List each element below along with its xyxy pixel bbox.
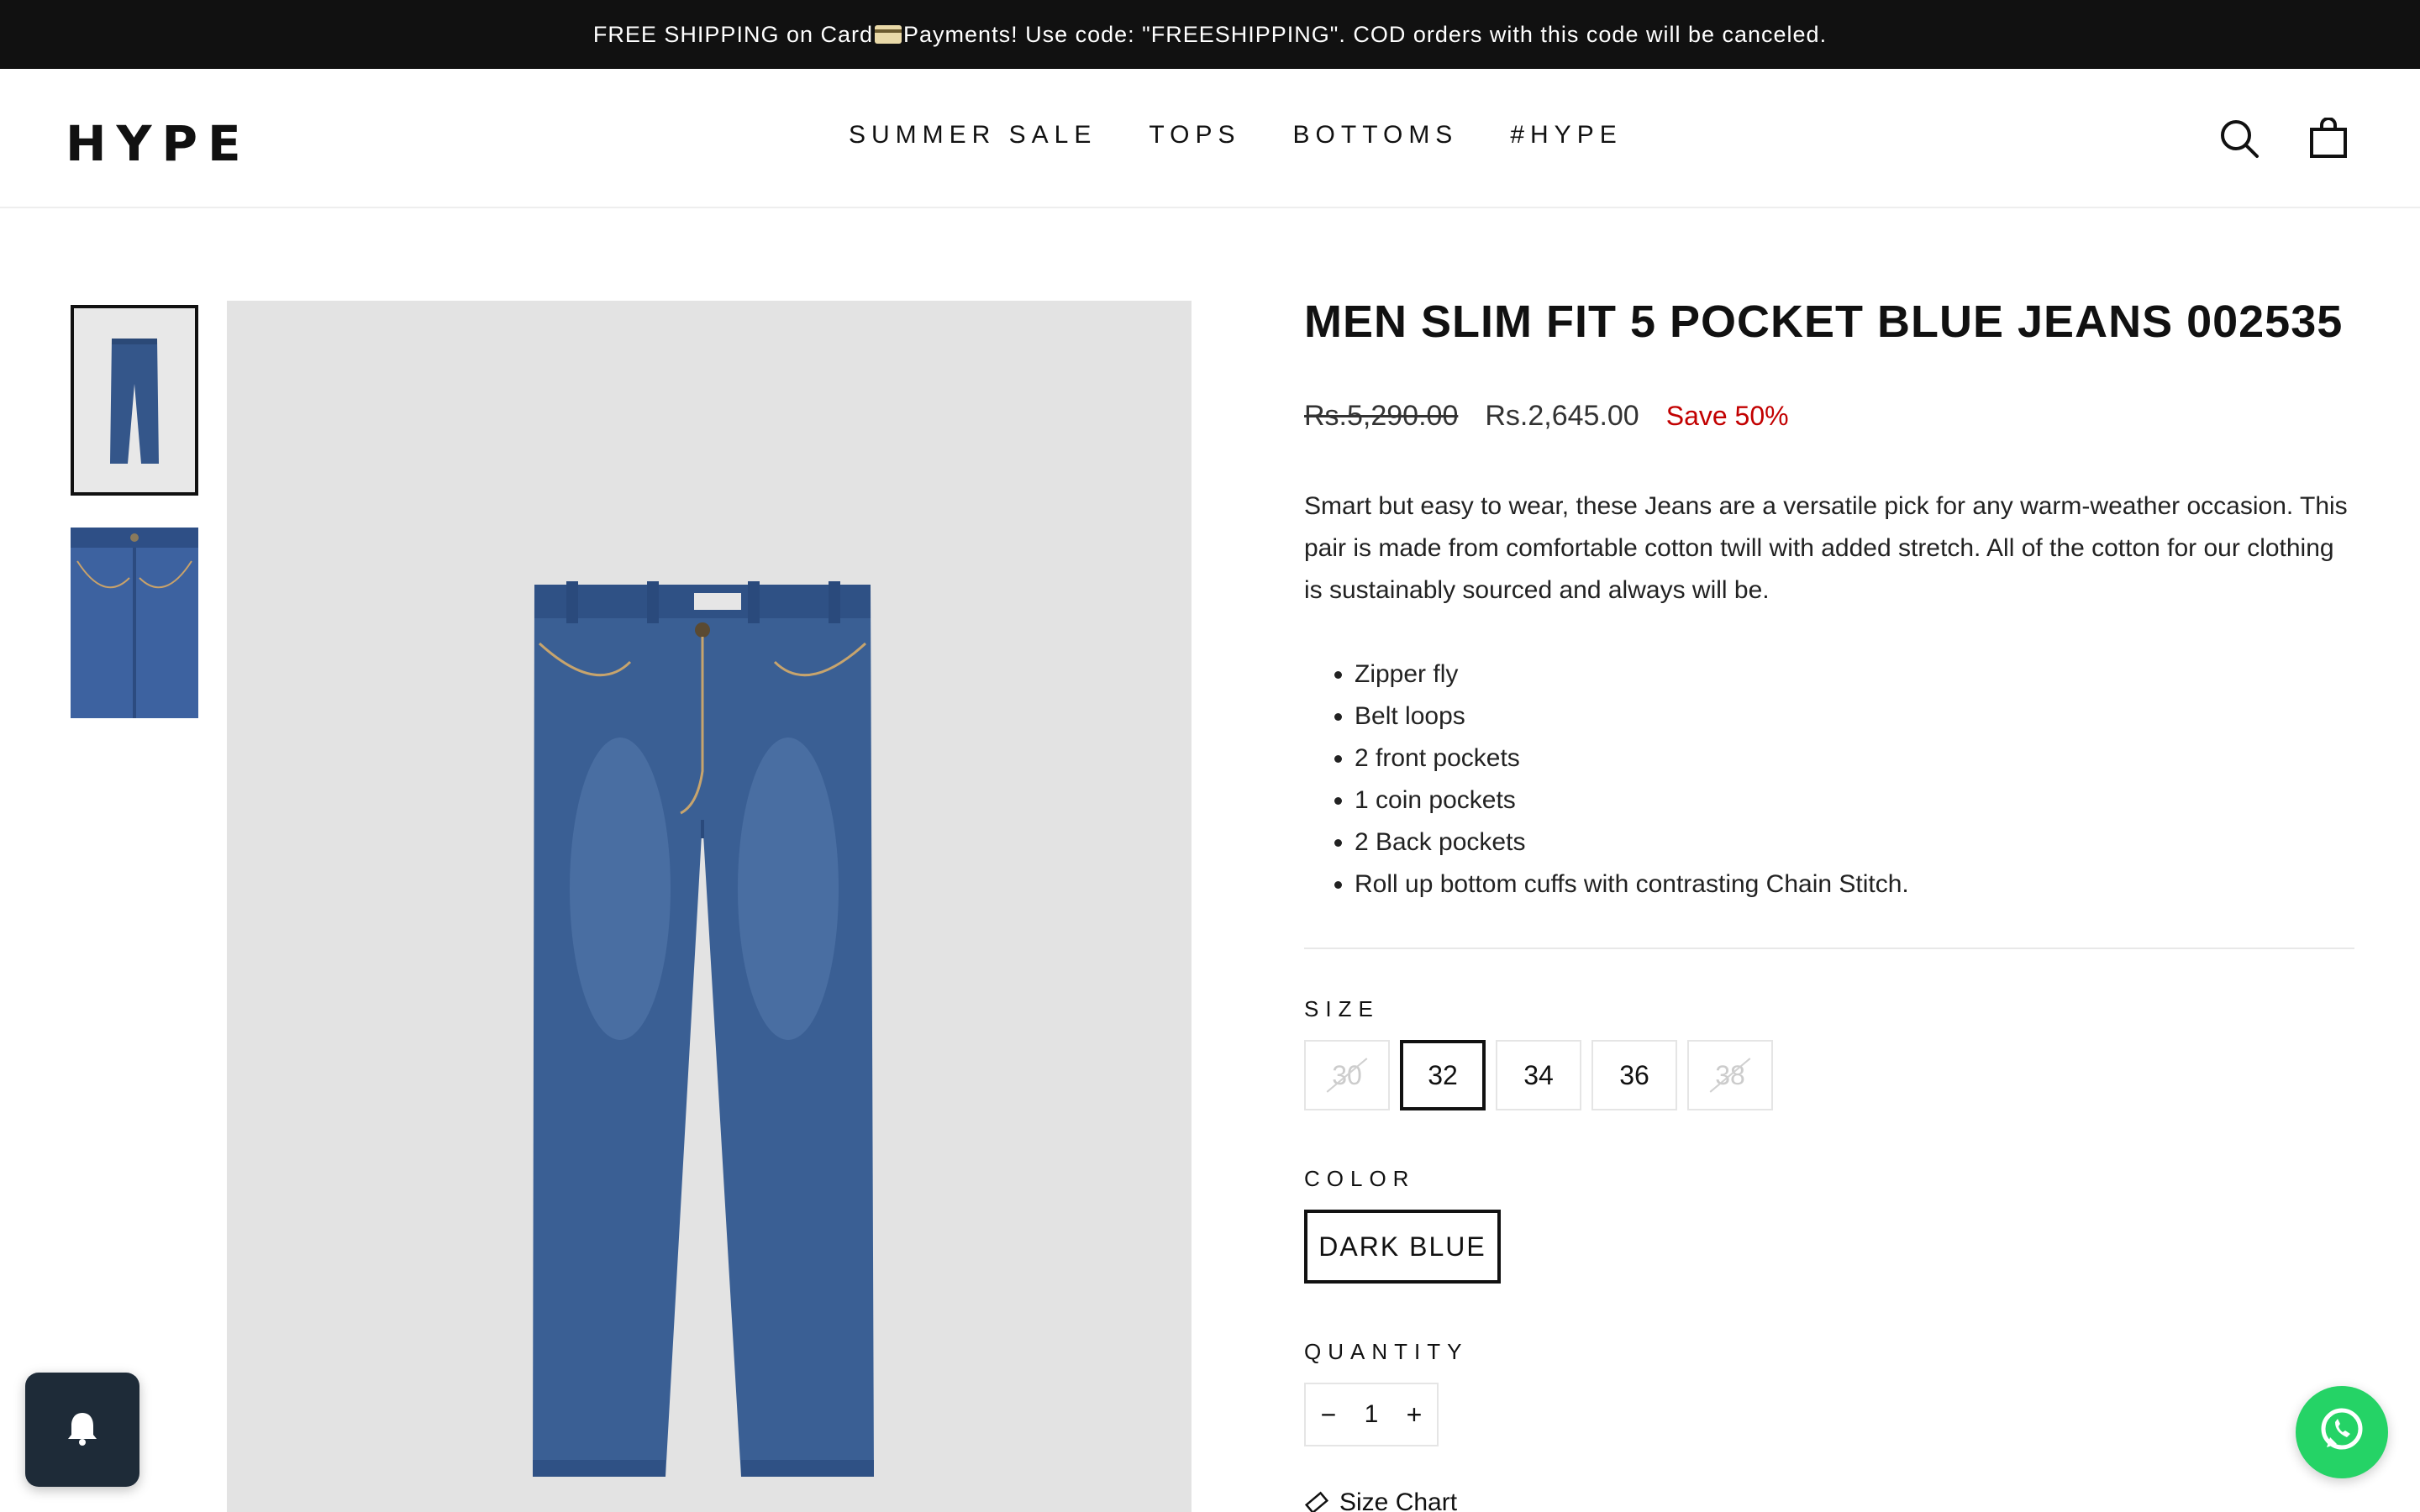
save-badge: Save 50%	[1665, 401, 1789, 431]
site-header: HYPE SUMMER SALE TOPS BOTTOMS #HYPE	[0, 69, 2420, 208]
product-description: Smart but easy to wear, these Jeans are …	[1304, 492, 2348, 604]
search-icon[interactable]	[2218, 118, 2260, 160]
size-option-32[interactable]: 32	[1400, 1040, 1486, 1110]
size-option-38[interactable]: 38	[1687, 1040, 1773, 1110]
price-sale: Rs.2,645.00	[1485, 400, 1639, 432]
site-logo[interactable]: HYPE	[66, 115, 251, 172]
color-option-dark-blue[interactable]: DARK BLUE	[1304, 1210, 1501, 1284]
size-option-30[interactable]: 30	[1304, 1040, 1390, 1110]
size-chart-link[interactable]: Size Chart	[1304, 1488, 1457, 1512]
quantity-stepper: − 1 +	[1304, 1383, 1439, 1446]
nav-bottoms[interactable]: BOTTOMS	[1293, 121, 1459, 150]
nav-hype[interactable]: #HYPE	[1510, 121, 1622, 150]
divider	[1304, 948, 2354, 949]
color-label: COLOR	[1304, 1166, 1416, 1191]
nav-summer-sale[interactable]: SUMMER SALE	[849, 121, 1097, 150]
product-main-image[interactable]	[227, 301, 1192, 1512]
product-title: MEN SLIM FIT 5 POCKET BLUE JEANS 002535	[1304, 297, 2344, 347]
credit-card-icon	[875, 25, 902, 44]
announcement-text-end: Payments! Use code: "FREESHIPPING". COD …	[903, 21, 1828, 47]
size-chart-label: Size Chart	[1339, 1488, 1458, 1512]
quantity-increase-button[interactable]: +	[1392, 1384, 1437, 1445]
size-selector: 30 32 34 36 38	[1304, 1040, 1783, 1110]
nav-tops[interactable]: TOPS	[1149, 121, 1240, 150]
thumbnail-front[interactable]	[71, 305, 198, 496]
ruler-icon	[1304, 1490, 1329, 1512]
list-item: Roll up bottom cuffs with contrasting Ch…	[1355, 864, 2279, 906]
bell-icon	[66, 1410, 99, 1451]
price-block: Rs.5,290.00 Rs.2,645.00 Save 50%	[1304, 400, 1789, 433]
main-nav: SUMMER SALE TOPS BOTTOMS #HYPE	[849, 121, 1675, 150]
announcement-text-start: FREE SHIPPING on Card	[592, 21, 874, 47]
whatsapp-button[interactable]	[2296, 1386, 2388, 1478]
list-item: 2 Back pockets	[1355, 822, 2279, 864]
list-item: Belt loops	[1355, 696, 2279, 738]
size-option-36[interactable]: 36	[1591, 1040, 1677, 1110]
list-item: Zipper fly	[1355, 654, 2279, 696]
quantity-label: QUANTITY	[1304, 1339, 1469, 1364]
list-item: 2 front pockets	[1355, 738, 2279, 780]
quantity-decrease-button[interactable]: −	[1306, 1384, 1351, 1445]
size-label: SIZE	[1304, 996, 1380, 1021]
price-original: Rs.5,290.00	[1304, 400, 1459, 432]
notification-button[interactable]	[25, 1373, 139, 1487]
thumbnail-closeup[interactable]	[71, 528, 198, 718]
quantity-input[interactable]: 1	[1351, 1400, 1392, 1429]
feature-list: Zipper fly Belt loops 2 front pockets 1 …	[1355, 654, 2279, 906]
shopping-bag-icon[interactable]	[2307, 117, 2349, 160]
size-option-34[interactable]: 34	[1496, 1040, 1581, 1110]
list-item: 1 coin pockets	[1355, 780, 2279, 822]
announcement-bar: FREE SHIPPING on Card Payments! Use code…	[0, 0, 2420, 69]
whatsapp-icon	[2315, 1404, 2369, 1462]
